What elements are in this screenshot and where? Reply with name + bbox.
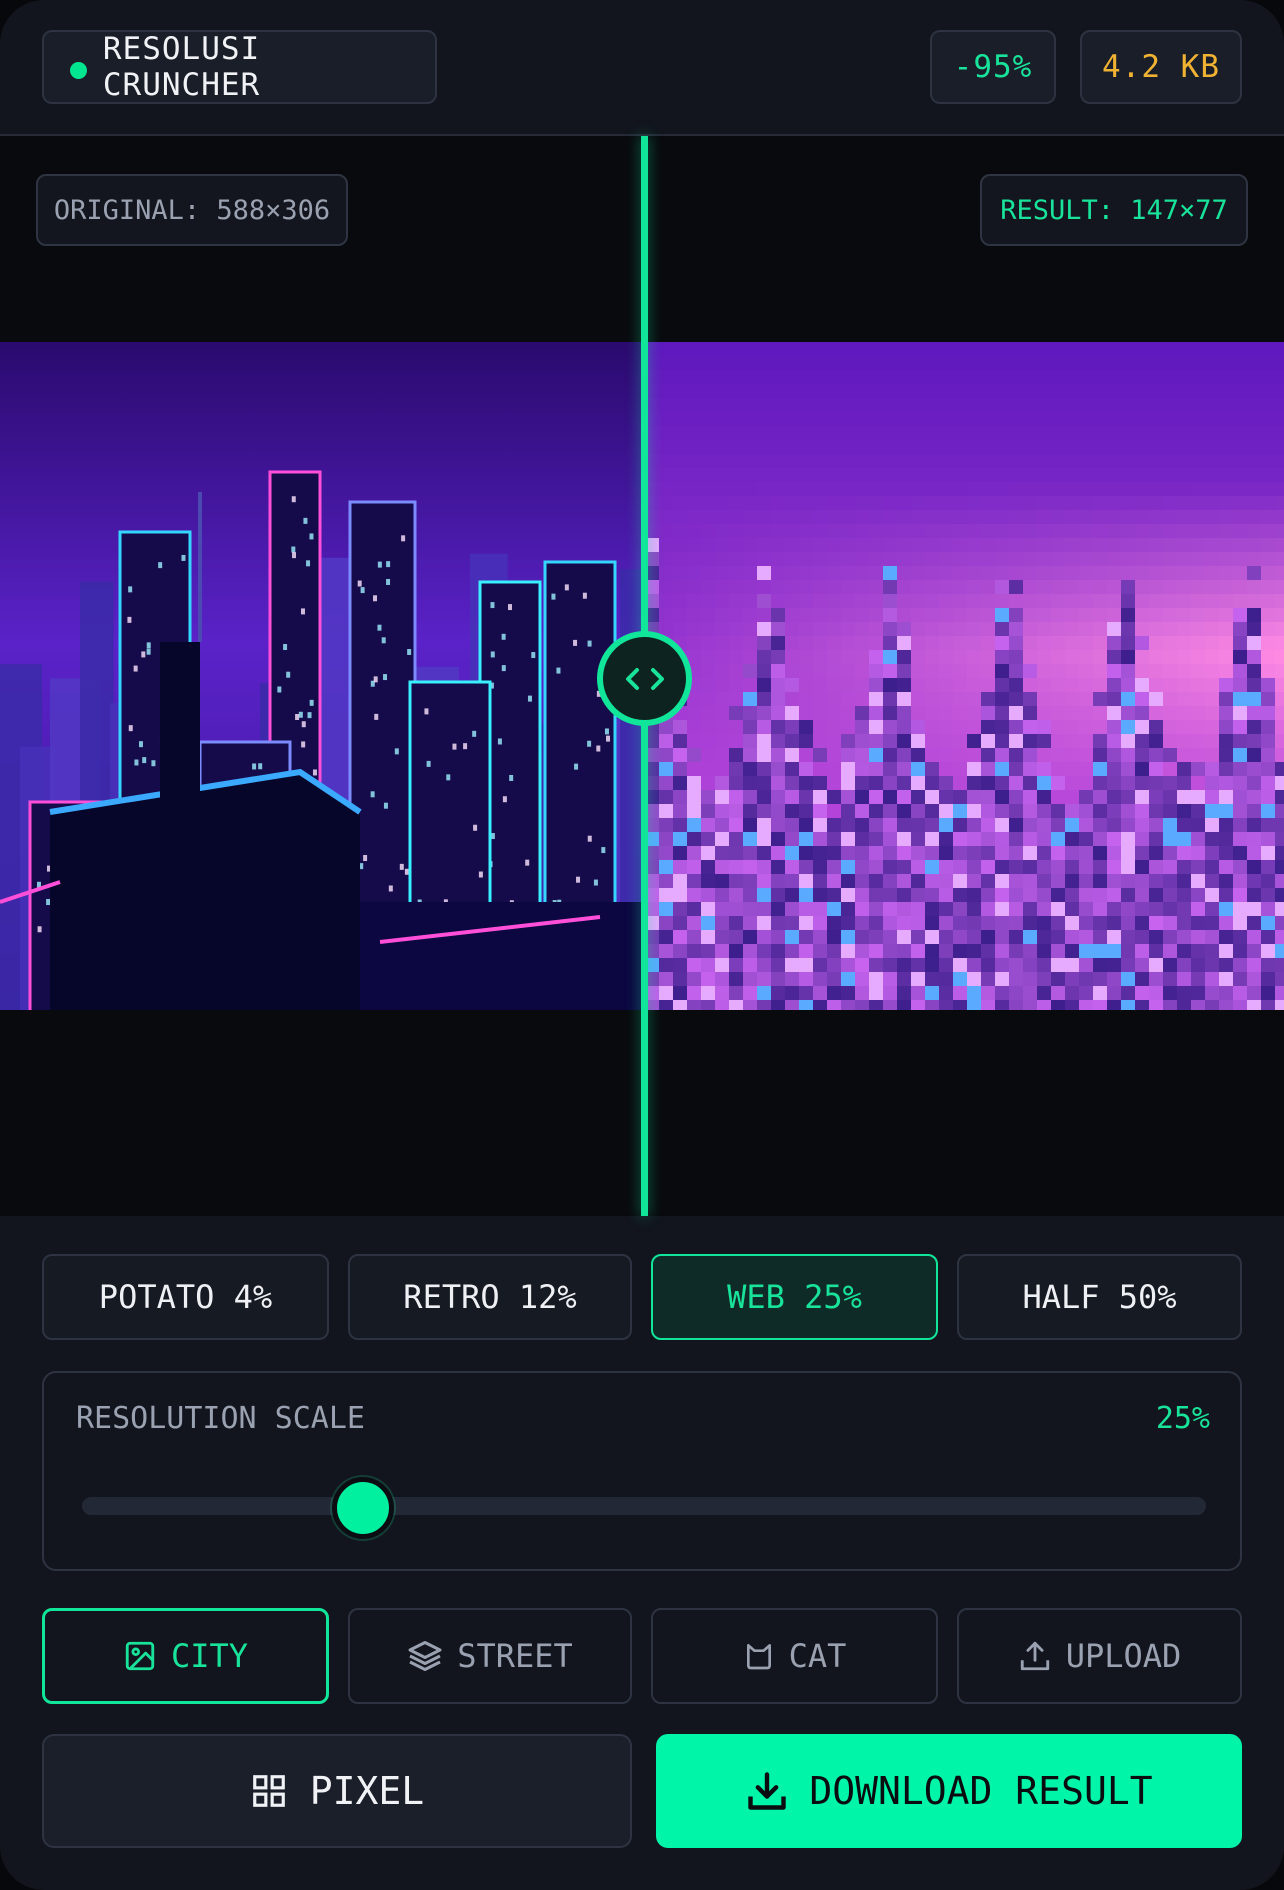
file-size-badge: 4.2 KB bbox=[1080, 30, 1242, 104]
app-title: RESOLUSI CRUNCHER bbox=[102, 31, 261, 103]
result-image bbox=[645, 342, 1284, 1010]
app-title-badge: RESOLUSI CRUNCHER bbox=[42, 30, 437, 104]
source-city-button[interactable]: CITY bbox=[42, 1608, 329, 1704]
original-image bbox=[0, 342, 645, 1010]
app-frame: RESOLUSI CRUNCHER -95% 4.2 KB ORIGINAL: … bbox=[0, 0, 1284, 1890]
compare-stage[interactable]: ORIGINAL: 588×306 RESULT: 147×77 bbox=[0, 136, 1284, 1216]
image-icon bbox=[125, 1641, 155, 1671]
preset-web-button[interactable]: WEB 25% bbox=[651, 1254, 938, 1340]
source-street-button[interactable]: STREET bbox=[348, 1608, 632, 1704]
slider-value: 25% bbox=[1155, 1401, 1210, 1436]
status-dot bbox=[70, 61, 87, 79]
slider-thumb[interactable] bbox=[332, 1477, 394, 1539]
source-street-label: STREET bbox=[457, 1637, 573, 1675]
top-bar: RESOLUSI CRUNCHER -95% 4.2 KB bbox=[0, 0, 1284, 136]
pixel-button-label: PIXEL bbox=[309, 1769, 425, 1813]
reduction-badge: -95% bbox=[930, 30, 1056, 104]
preset-potato-button[interactable]: POTATO 4% bbox=[42, 1254, 329, 1340]
download-button-label: DOWNLOAD RESULT bbox=[809, 1769, 1153, 1813]
original-size-label: ORIGINAL: 588×306 bbox=[36, 174, 348, 246]
code-arrows-icon bbox=[625, 667, 664, 690]
source-cat-label: CAT bbox=[788, 1637, 847, 1675]
pixel-mode-button[interactable]: PIXEL bbox=[42, 1734, 632, 1848]
result-size-label: RESULT: 147×77 bbox=[980, 174, 1248, 246]
source-upload-button[interactable]: UPLOAD bbox=[957, 1608, 1242, 1704]
cat-icon bbox=[746, 1644, 771, 1670]
preset-half-button[interactable]: HALF 50% bbox=[957, 1254, 1242, 1340]
compare-handle[interactable] bbox=[597, 631, 692, 726]
slider-label: RESOLUTION SCALE bbox=[76, 1401, 365, 1436]
source-cat-button[interactable]: CAT bbox=[651, 1608, 938, 1704]
original-city-image bbox=[0, 342, 645, 1010]
source-city-label: CITY bbox=[170, 1637, 249, 1675]
upload-icon bbox=[1020, 1641, 1049, 1671]
layers-icon bbox=[408, 1641, 442, 1671]
preset-retro-button[interactable]: RETRO 12% bbox=[348, 1254, 632, 1340]
source-upload-label: UPLOAD bbox=[1065, 1637, 1182, 1675]
grid-icon bbox=[252, 1775, 285, 1807]
download-icon bbox=[748, 1772, 787, 1810]
slider-track[interactable] bbox=[82, 1497, 1206, 1515]
resolution-slider-card: RESOLUTION SCALE 25% bbox=[42, 1371, 1242, 1571]
download-result-button[interactable]: DOWNLOAD RESULT bbox=[656, 1734, 1242, 1848]
pixelated-city-image bbox=[645, 342, 1284, 1010]
